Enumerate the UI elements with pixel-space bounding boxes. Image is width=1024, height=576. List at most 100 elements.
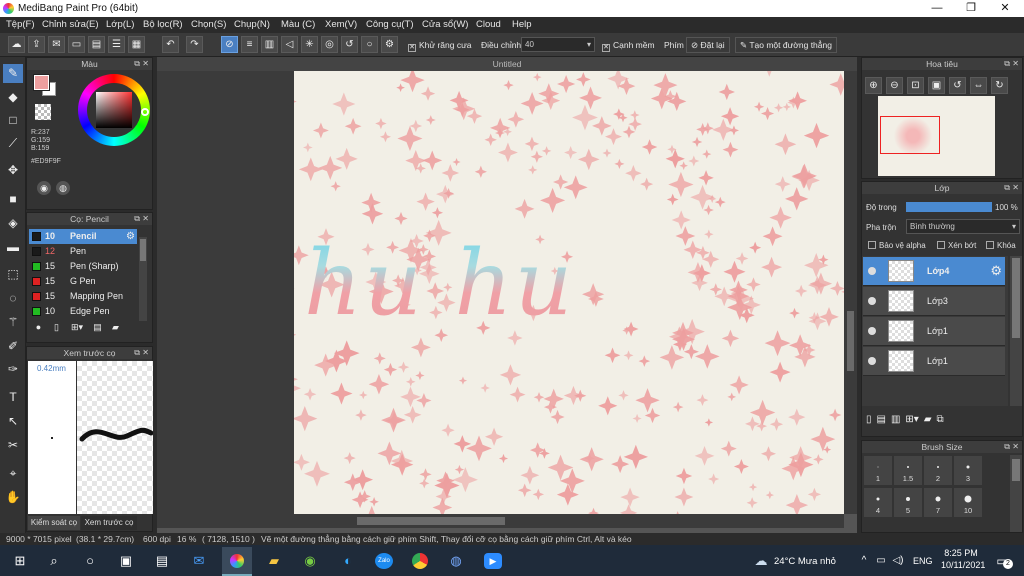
operation-tool-icon[interactable]: ↖ — [3, 412, 23, 431]
detach-icon[interactable]: ⧉ — [1004, 441, 1010, 453]
brush-size-cell[interactable]: 4 — [863, 487, 893, 518]
brush-settings-icon[interactable]: ▤ — [90, 322, 105, 336]
close-icon[interactable]: ✕ — [142, 213, 149, 225]
lock-checkbox[interactable]: Khóa — [986, 241, 1016, 250]
menu-cloud[interactable]: Cloud — [476, 19, 501, 30]
store-icon[interactable]: ▤ — [154, 553, 170, 569]
menu-layer[interactable]: Lớp(L) — [106, 19, 134, 30]
soft-edge-checkbox[interactable]: ✕ Cạnh mềm — [602, 40, 655, 52]
lasso-tool-icon[interactable]: ◌ — [3, 289, 23, 308]
circle-snap-icon[interactable]: ○ — [361, 36, 378, 53]
brush-item[interactable]: 12 Pen — [29, 244, 137, 259]
chat-icon[interactable]: ▭ — [68, 36, 85, 53]
brush-size-cell[interactable]: 5 — [893, 487, 923, 518]
menu-help[interactable]: Help — [512, 19, 532, 30]
new-brush-icon[interactable]: ▯ — [49, 322, 64, 336]
document-icon[interactable]: ▤ — [88, 36, 105, 53]
detach-icon[interactable]: ⧉ — [134, 58, 140, 70]
shape-tool-icon[interactable]: ■ — [3, 190, 23, 209]
select-eraser-icon[interactable]: ✑ — [3, 360, 23, 379]
symmetry-brush-icon[interactable]: ⟋ — [3, 134, 23, 153]
file-explorer-icon[interactable]: ▰ — [266, 553, 282, 569]
blend-mode-dropdown[interactable]: Bình thường ▾ — [906, 219, 1020, 234]
parallel-snap-icon[interactable]: ≡ — [241, 36, 258, 53]
layer-row[interactable]: Lớp1 — [863, 347, 1005, 376]
menu-window[interactable]: Cửa sổ(W) — [422, 19, 468, 30]
grid-snap-icon[interactable]: ▥ — [261, 36, 278, 53]
horizontal-scrollbar[interactable] — [157, 514, 844, 528]
menu-view[interactable]: Xem(V) — [325, 19, 357, 30]
brush-item[interactable]: 15 G Pen — [29, 274, 137, 289]
weather-icon[interactable]: ☁ — [753, 553, 769, 569]
layer-row[interactable]: Lớp3 — [863, 287, 1005, 316]
add-brush-icon[interactable]: ⊞▾ — [67, 322, 87, 336]
brush-size-cell[interactable]: 1 — [863, 455, 893, 486]
drawing-canvas[interactable]: hu hu — [294, 71, 844, 514]
brush-size-cell[interactable]: 10 — [953, 487, 983, 518]
layer-row[interactable]: Lớp1 — [863, 317, 1005, 346]
select-pen-icon[interactable]: ✐ — [3, 337, 23, 356]
layer-scrollbar[interactable] — [1010, 256, 1022, 406]
close-icon[interactable]: ✕ — [1012, 58, 1019, 70]
eraser-tool-icon[interactable]: ◆ — [3, 88, 23, 107]
search-icon[interactable]: ⌕ — [46, 553, 62, 569]
edge-icon[interactable]: ◐ — [340, 553, 356, 569]
gradient-tool-icon[interactable]: ▬ — [3, 238, 23, 257]
add-layer-menu-icon[interactable]: ⊞▾ — [905, 414, 918, 425]
rotate-left-icon[interactable]: ↺ — [949, 77, 966, 94]
medibang-taskbar-button[interactable] — [222, 547, 252, 576]
zalo-icon[interactable]: Zalo — [375, 553, 393, 569]
settings-snap-icon[interactable]: ⚙ — [381, 36, 398, 53]
cortana-icon[interactable]: ○ — [82, 553, 98, 569]
menu-select[interactable]: Chọn(S) — [191, 19, 226, 30]
snap-off-icon[interactable]: ⊘ — [221, 36, 238, 53]
tab-brush-preview[interactable]: Xem trước cọ — [81, 516, 137, 530]
layer-row[interactable]: Lớp4 ⚙ — [863, 257, 1005, 286]
folder-icon[interactable]: ▰ — [924, 414, 932, 425]
undo-icon[interactable]: ↶ — [162, 36, 179, 53]
input-language[interactable]: ENG — [913, 556, 933, 566]
dot-tool-icon[interactable]: □ — [3, 111, 23, 130]
zoom-out-icon[interactable]: ⊖ — [886, 77, 903, 94]
hue-picker-handle[interactable] — [141, 108, 149, 116]
brush-item[interactable]: 10 Pencil ⚙ — [29, 229, 137, 244]
transparent-swatch[interactable] — [35, 104, 51, 120]
eye-icon[interactable] — [868, 267, 876, 275]
eye-icon[interactable] — [868, 357, 876, 365]
move-tool-icon[interactable]: ✥ — [3, 161, 23, 180]
brush-size-cell[interactable]: 3 — [953, 455, 983, 486]
new-layer-alt-icon[interactable]: ▤ — [877, 414, 886, 425]
foreground-color-swatch[interactable] — [33, 74, 50, 91]
volume-icon[interactable]: ◁) — [890, 553, 906, 569]
detach-icon[interactable]: ⧉ — [134, 347, 140, 359]
detach-icon[interactable]: ⧉ — [1004, 182, 1010, 194]
minimize-button[interactable]: — — [920, 0, 954, 17]
new-layer-icon[interactable]: ▯ — [866, 414, 872, 425]
document-tab[interactable]: Untitled — [157, 57, 857, 71]
close-icon[interactable]: ✕ — [142, 58, 149, 70]
eye-icon[interactable] — [868, 327, 876, 335]
opacity-slider[interactable] — [906, 202, 992, 212]
list-icon[interactable]: ☰ — [108, 36, 125, 53]
straight-line-button[interactable]: ✎ Tạo một đường thẳng — [735, 37, 837, 53]
brush-item[interactable]: 15 Pen (Sharp) — [29, 259, 137, 274]
grid-icon[interactable]: ▦ — [128, 36, 145, 53]
brush-tool-icon[interactable]: ✎ — [3, 64, 23, 83]
correction-dropdown[interactable]: 40 ▾ — [521, 37, 595, 52]
network-icon[interactable]: ▭ — [873, 553, 889, 569]
zoom-app-icon[interactable]: ▶ — [484, 553, 502, 569]
bucket-tool-icon[interactable]: ◈ — [3, 214, 23, 233]
clipping-checkbox[interactable]: Xén bớt — [937, 241, 976, 250]
menu-edit[interactable]: Chỉnh sửa(E) — [42, 19, 99, 30]
menu-filter[interactable]: Bộ lọc(R) — [143, 19, 183, 30]
viewport-rectangle[interactable] — [880, 116, 940, 154]
close-icon[interactable]: ✕ — [142, 347, 149, 359]
zoom-in-icon[interactable]: ⊕ — [865, 77, 882, 94]
clock[interactable]: 8:25 PM 10/11/2021 — [941, 548, 985, 570]
concentric-snap-icon[interactable]: ◎ — [321, 36, 338, 53]
copy-layer-icon[interactable]: ⧉ — [937, 414, 944, 425]
redo-icon[interactable]: ↷ — [186, 36, 203, 53]
divide-tool-icon[interactable]: ✂ — [3, 436, 23, 455]
brush-size-cell[interactable]: 2 — [923, 455, 953, 486]
menu-tools[interactable]: Công cụ(T) — [366, 19, 414, 30]
